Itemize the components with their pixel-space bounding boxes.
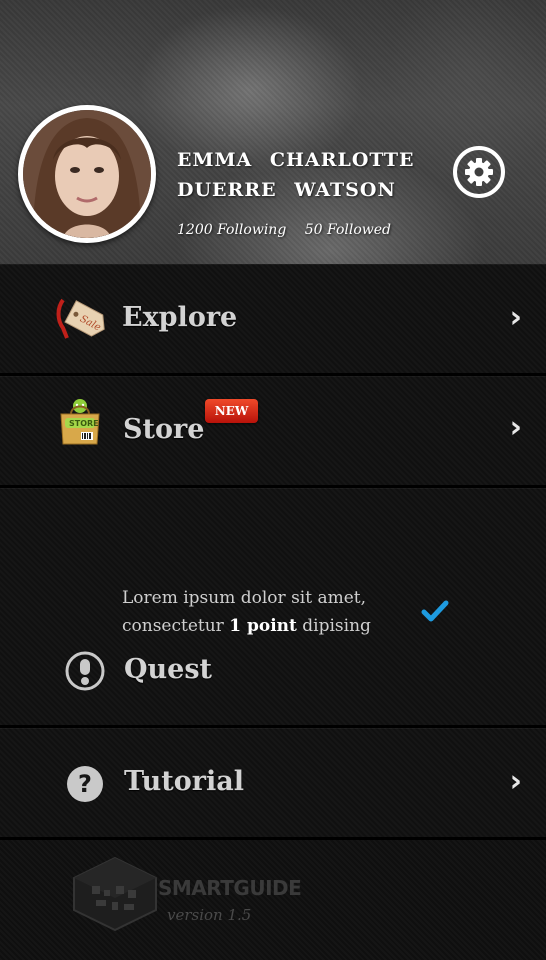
chevron-right-icon: › <box>509 300 522 335</box>
chevron-right-icon: › <box>509 764 522 799</box>
follow-stats: 1200 Following 50 Followed <box>177 222 405 238</box>
new-badge: NEW <box>205 399 258 423</box>
app-version: version 1.5 <box>167 906 252 924</box>
gear-icon <box>465 158 493 186</box>
menu-item-store[interactable]: STORE Store NEW › <box>0 376 546 488</box>
question-icon: ? <box>65 764 105 808</box>
user-name-line2: DUERRE WATSON <box>177 179 396 201</box>
settings-button[interactable] <box>453 146 505 198</box>
menu-item-explore[interactable]: Sale Explore › <box>0 264 546 376</box>
checkmark-icon <box>421 600 449 626</box>
chevron-right-icon: › <box>509 410 522 445</box>
store-bag-icon: STORE <box>57 398 103 450</box>
smartguide-logo-icon <box>72 856 158 936</box>
sale-tag-icon: Sale <box>55 294 109 348</box>
footer: SMARTGUIDE version 1.5 <box>0 840 546 960</box>
tutorial-label: Tutorial <box>124 766 244 797</box>
avatar[interactable] <box>18 105 156 243</box>
following-count[interactable]: 1200 Following <box>177 222 286 238</box>
quest-desc-line1: Lorem ipsum dolor sit amet, <box>122 588 367 608</box>
avatar-photo <box>23 110 151 238</box>
store-label: Store <box>123 414 205 445</box>
menu-item-tutorial[interactable]: ? Tutorial › <box>0 728 546 840</box>
user-name-line1: EMMA CHARLOTTE <box>177 149 415 171</box>
exclamation-icon <box>64 650 106 696</box>
quest-description: Lorem ipsum dolor sit amet, consectetur … <box>122 584 371 640</box>
menu-item-quest[interactable]: Lorem ipsum dolor sit amet, consectetur … <box>0 488 546 728</box>
user-name: EMMA CHARLOTTE DUERRE WATSON <box>177 145 427 205</box>
profile-header: EMMA CHARLOTTE DUERRE WATSON 1200 Follow… <box>0 0 546 264</box>
quest-desc-line2: consectetur 1 point dipising <box>122 616 371 636</box>
svg-text:?: ? <box>78 770 92 798</box>
quest-points: 1 point <box>229 616 297 636</box>
followed-count[interactable]: 50 Followed <box>305 222 391 238</box>
svg-text:STORE: STORE <box>69 419 99 428</box>
brand-name: SMARTGUIDE <box>158 876 302 900</box>
explore-label: Explore <box>122 302 238 333</box>
quest-label: Quest <box>124 654 213 685</box>
